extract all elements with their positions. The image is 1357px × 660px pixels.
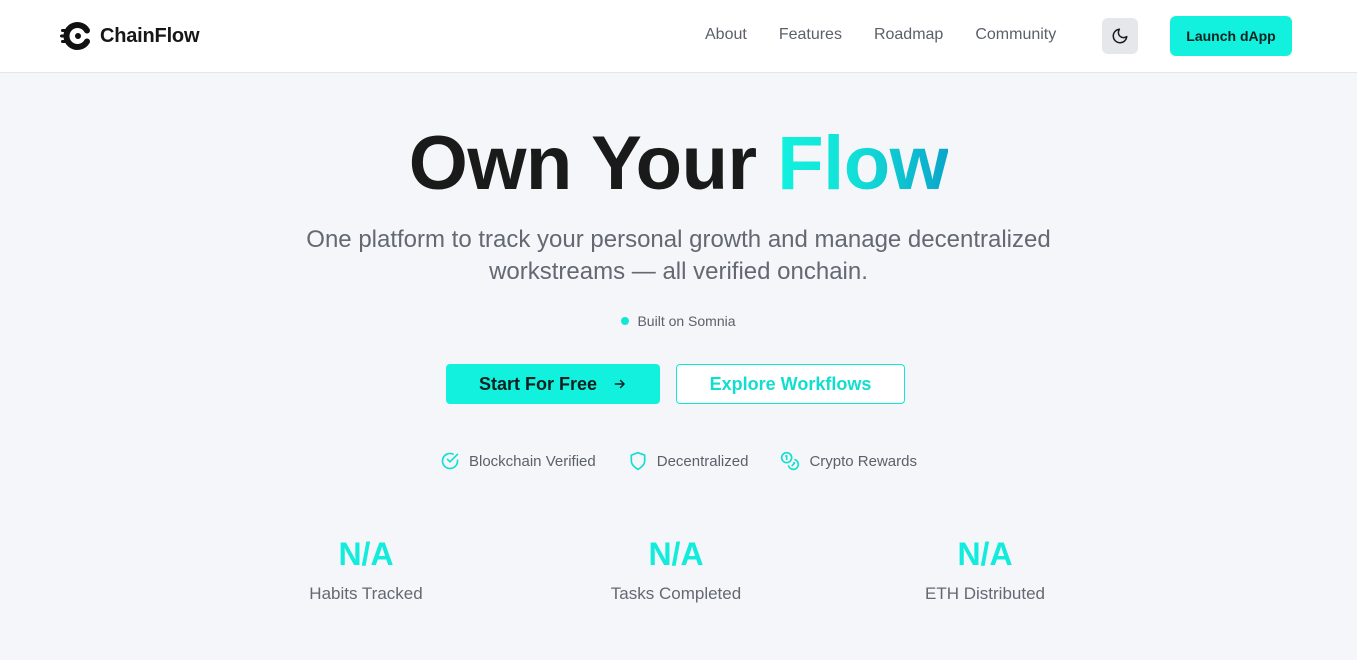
shield-icon bbox=[630, 451, 646, 471]
coins-icon bbox=[781, 451, 800, 471]
stat-habits-tracked: N/A Habits Tracked bbox=[246, 534, 486, 604]
launch-dapp-button[interactable]: Launch dApp bbox=[1170, 16, 1292, 56]
arrow-right-icon bbox=[614, 379, 625, 389]
explore-workflows-button[interactable]: Explore Workflows bbox=[676, 364, 905, 404]
nav-link-roadmap[interactable]: Roadmap bbox=[874, 26, 943, 44]
stat-value: N/A bbox=[957, 536, 1013, 572]
nav-links: About Features Roadmap Community bbox=[705, 26, 1056, 44]
chainflow-logo-icon bbox=[60, 22, 90, 50]
nav-link-community[interactable]: Community bbox=[975, 26, 1056, 44]
feature-label: Blockchain Verified bbox=[468, 452, 596, 470]
brand-name: ChainFlow bbox=[100, 24, 200, 47]
start-for-free-button[interactable]: Start For Free bbox=[446, 364, 660, 404]
stat-label: Tasks Completed bbox=[610, 584, 742, 603]
feature-crypto-rewards: Crypto Rewards bbox=[780, 451, 917, 471]
hero-title-accent: Flow bbox=[777, 121, 949, 206]
top-navbar: ChainFlow About Features Roadmap Communi… bbox=[0, 0, 1357, 73]
stat-value: N/A bbox=[648, 536, 704, 572]
stat-eth-distributed: N/A ETH Distributed bbox=[865, 534, 1105, 604]
feature-decentralized: Decentralized bbox=[628, 451, 749, 471]
feature-label: Crypto Rewards bbox=[809, 452, 917, 470]
status-dot-icon bbox=[621, 317, 630, 325]
moon-icon bbox=[1112, 28, 1128, 44]
hero-title-main: Own Your bbox=[408, 121, 757, 206]
hero-title: Own Your Flow bbox=[0, 118, 1357, 210]
check-circle-icon bbox=[441, 452, 459, 470]
feature-label: Decentralized bbox=[656, 452, 749, 470]
nav-link-about[interactable]: About bbox=[705, 26, 747, 44]
built-on-label: Built on Somnia bbox=[637, 313, 736, 329]
stat-tasks-completed: N/A Tasks Completed bbox=[556, 534, 796, 604]
hero-subtitle: One platform to track your personal grow… bbox=[306, 226, 1051, 285]
built-on-badge: Built on Somnia bbox=[0, 313, 1357, 329]
feature-list: Blockchain Verified Decentralized Crypto… bbox=[0, 451, 1357, 471]
theme-toggle-button[interactable] bbox=[1102, 18, 1138, 54]
stat-value: N/A bbox=[338, 536, 394, 572]
nav-link-features[interactable]: Features bbox=[779, 26, 842, 44]
stat-label: Habits Tracked bbox=[309, 584, 423, 603]
feature-blockchain-verified: Blockchain Verified bbox=[440, 451, 596, 471]
brand-logo[interactable]: ChainFlow bbox=[60, 21, 200, 51]
start-button-label: Start For Free bbox=[478, 373, 598, 394]
stat-label: ETH Distributed bbox=[925, 584, 1045, 603]
